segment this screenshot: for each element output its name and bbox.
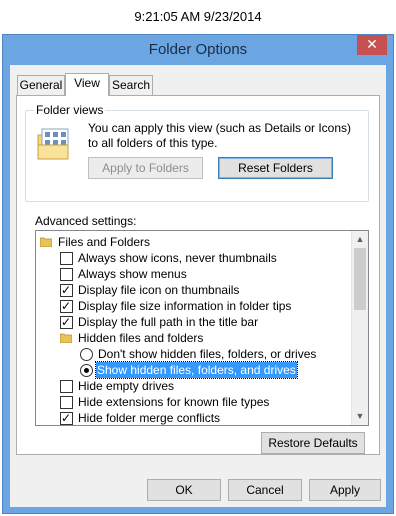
setting-label: Hide empty drives [78, 379, 175, 393]
radio-button-selected[interactable] [80, 364, 93, 377]
checkbox-checked[interactable]: ✓ [60, 315, 73, 329]
checkbox-checked[interactable]: ✓ [60, 299, 73, 313]
check-icon: ✓ [61, 411, 72, 425]
check-icon: ✓ [61, 299, 72, 313]
folder-views-group: Folder views You can apply this view (su… [25, 103, 369, 202]
folder-icon [60, 333, 72, 343]
tab-general[interactable]: General [17, 75, 65, 95]
setting-label: Display file icon on thumbnails [78, 283, 240, 297]
tree-item-label: Hidden files and folders [78, 331, 204, 345]
setting-label: Always show menus [78, 267, 187, 281]
setting-label: Display the full path in the title bar [78, 315, 259, 329]
checkbox-checked[interactable]: ✓ [60, 411, 73, 425]
folder-icon [40, 237, 52, 247]
radio-dot-icon [84, 368, 89, 373]
checkbox[interactable] [60, 252, 73, 265]
tree-scrollbar[interactable]: ▲ ▼ [351, 231, 368, 425]
apply-button[interactable]: Apply [309, 479, 381, 501]
cancel-button[interactable]: Cancel [228, 479, 302, 501]
scroll-thumb[interactable] [354, 248, 366, 310]
checkbox[interactable] [60, 268, 73, 281]
advanced-settings-label: Advanced settings: [35, 214, 137, 228]
check-icon: ✓ [61, 315, 72, 329]
restore-defaults-button[interactable]: Restore Defaults [261, 432, 365, 454]
window-title: Folder Options [148, 41, 248, 58]
reset-folders-button[interactable]: Reset Folders [218, 157, 333, 179]
folder-views-icon [37, 128, 69, 160]
setting-label: Don't show hidden files, folders, or dri… [98, 347, 317, 361]
close-button[interactable]: ✕ [357, 35, 387, 55]
scroll-up-icon[interactable]: ▲ [352, 231, 368, 248]
ok-button[interactable]: OK [147, 479, 221, 501]
clock-text: 9:21:05 AM 9/23/2014 [134, 9, 262, 24]
tab-search[interactable]: Search [109, 75, 153, 95]
dialog-client: General View Search Folder views You can… [10, 65, 386, 507]
folder-views-description: You can apply this view (such as Details… [88, 121, 352, 150]
advanced-settings-tree[interactable]: Files and Folders Always show icons, nev… [35, 230, 369, 426]
radio-button[interactable] [80, 348, 93, 361]
check-icon: ✓ [61, 283, 72, 297]
close-icon: ✕ [366, 36, 378, 52]
setting-label: Hide extensions for known file types [78, 395, 270, 409]
view-tab-panel: Folder views You can apply this view (su… [16, 95, 380, 455]
setting-label: Display file size information in folder … [78, 299, 292, 313]
setting-label: Hide folder merge conflicts [78, 411, 221, 425]
checkbox[interactable] [60, 380, 73, 393]
scroll-down-icon[interactable]: ▼ [352, 408, 368, 425]
setting-label-selected: Show hidden files, folders, and drives [95, 361, 298, 379]
checkbox[interactable] [60, 396, 73, 409]
checkbox-checked[interactable]: ✓ [60, 283, 73, 297]
tab-view[interactable]: View [65, 73, 109, 96]
setting-label: Always show icons, never thumbnails [78, 251, 277, 265]
folder-views-label: Folder views [34, 103, 106, 117]
title-bar[interactable]: Folder Options ✕ [3, 35, 393, 65]
apply-to-folders-button[interactable]: Apply to Folders [88, 157, 203, 179]
tree-item-label: Files and Folders [58, 235, 151, 249]
folder-options-window: Folder Options ✕ General View Search Fol… [2, 34, 394, 514]
